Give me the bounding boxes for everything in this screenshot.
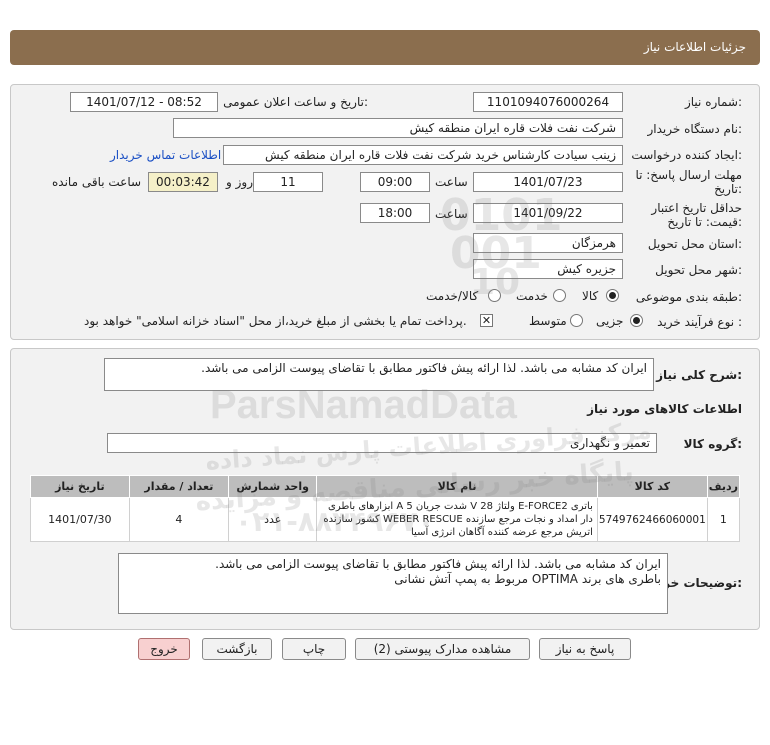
deadline-time-label: ساعت <box>435 175 468 189</box>
category-option-service: خدمت <box>516 289 548 303</box>
col-header-name: نام کالا <box>316 475 598 498</box>
cell-code: 5749762466060001 <box>596 497 708 542</box>
remaining-label: ساعت باقی مانده <box>52 175 142 189</box>
creator-field: زینب سیادت کارشناس خرید شرکت نفت فلات قا… <box>223 145 623 165</box>
creator-label: ایجاد کننده درخواست: <box>631 148 742 162</box>
goods-group-field: تعمیر و نگهداری <box>107 433 657 453</box>
payment-checkbox[interactable]: ✕ <box>480 314 493 327</box>
deadline-label-1: مهلت ارسال پاسخ: تا <box>635 168 742 182</box>
buyer-notes-line2: باطری های برند OPTIMA مربوط به پمپ آتش ن… <box>394 572 661 586</box>
buyer-notes-line1: ایران کد مشابه می باشد. لذا ارائه پیش فا… <box>215 557 661 571</box>
category-option-goods: کالا <box>582 289 599 303</box>
category-radio-service[interactable] <box>553 289 566 302</box>
goods-group-label: گروه کالا: <box>683 437 742 451</box>
exit-button[interactable]: خروج <box>138 638 190 660</box>
province-field: هرمزگان <box>473 233 623 253</box>
back-button[interactable]: بازگشت <box>202 638 272 660</box>
cell-index: 1 <box>706 497 741 542</box>
validity-time-field: 18:00 <box>360 203 430 223</box>
cell-date: 1401/07/30 <box>30 497 130 542</box>
days-label: روز و <box>226 175 253 189</box>
announce-field: 1401/07/12 - 08:52 <box>70 92 218 112</box>
col-header-qty: تعداد / مقدار <box>128 475 230 498</box>
deadline-date-field: 1401/07/23 <box>473 172 623 192</box>
category-radio-goods[interactable] <box>606 289 619 302</box>
items-table: ردیف کد کالا نام کالا واحد شمارش تعداد /… <box>30 475 741 542</box>
process-label: نوع فرآیند خرید : <box>657 315 742 329</box>
validity-date-field: 1401/09/22 <box>473 203 623 223</box>
cell-name: باتری E-FORCE2 ولتاژ V 28 شدت جریان A 5 … <box>316 497 598 542</box>
process-option-medium: متوسط <box>529 314 567 328</box>
buyer-notes-field: ایران کد مشابه می باشد. لذا ارائه پیش فا… <box>118 553 668 614</box>
process-option-minor: جزیی <box>596 314 624 328</box>
validity-time-label: ساعت <box>435 207 468 221</box>
announce-label: تاریخ و ساعت اعلان عمومی: <box>223 95 368 109</box>
cell-name-line1: باتری E-FORCE2 ولتاژ V 28 شدت جریان A 5 … <box>328 501 593 512</box>
buyer-org-field: شرکت نفت فلات قاره ایران منطقه کیش <box>173 118 623 138</box>
reply-button[interactable]: پاسخ به نیاز <box>539 638 631 660</box>
summary-field: ایران کد مشابه می باشد. لذا ارائه پیش فا… <box>104 358 654 391</box>
validity-label-1: حداقل تاریخ اعتبار <box>651 201 742 215</box>
table-row: 1 5749762466060001 باتری E-FORCE2 ولتاژ … <box>30 497 741 542</box>
category-radio-goods-service[interactable] <box>488 289 501 302</box>
payment-note: پرداخت تمام یا بخشی از مبلغ خرید،از محل … <box>84 314 467 328</box>
city-label: شهر محل تحویل: <box>655 263 742 277</box>
province-label: استان محل تحویل: <box>647 237 742 251</box>
page-title: جزئیات اطلاعات نیاز <box>643 40 746 54</box>
process-radio-medium[interactable] <box>570 314 583 327</box>
goods-info-title: اطلاعات کالاهای مورد نیاز <box>587 402 742 416</box>
cell-name-line3: اتریش مرجع عرضه کننده آگاهان انرژی آسیا <box>411 527 593 538</box>
contact-buyer-link[interactable]: اطلاعات تماس خریدار <box>110 148 221 162</box>
view-attachments-button[interactable]: مشاهده مدارک پیوستی (2) <box>355 638 530 660</box>
validity-label-2: قیمت: تا تاریخ: <box>667 215 742 229</box>
col-header-code: کد کالا <box>596 475 708 498</box>
col-header-date: تاریخ نیاز <box>30 475 130 498</box>
col-header-unit: واحد شمارش <box>228 475 318 498</box>
cell-unit: عدد <box>228 497 318 542</box>
need-number-field: 1101094076000264 <box>473 92 623 112</box>
cell-name-line2: دار امداد و نجات مرجع سازنده WEBER RESCU… <box>323 514 593 525</box>
col-header-row: ردیف <box>706 475 741 498</box>
remaining-time-field: 00:03:42 <box>148 172 218 192</box>
buyer-org-label: نام دستگاه خریدار: <box>647 122 743 136</box>
deadline-time-field: 09:00 <box>360 172 430 192</box>
need-number-label: شماره نیاز: <box>684 95 742 109</box>
cell-qty: 4 <box>128 497 230 542</box>
category-label: طبقه بندی موضوعی: <box>635 290 742 304</box>
summary-label: شرح کلی نیاز: <box>656 368 742 382</box>
deadline-label-2: تاریخ: <box>714 182 742 196</box>
days-field: 11 <box>253 172 323 192</box>
process-radio-minor[interactable] <box>630 314 643 327</box>
page-header: جزئیات اطلاعات نیاز <box>10 30 760 65</box>
category-option-goods-service: کالا/خدمت <box>426 289 479 303</box>
print-button[interactable]: چاپ <box>282 638 346 660</box>
city-field: جزیره کیش <box>473 259 623 279</box>
